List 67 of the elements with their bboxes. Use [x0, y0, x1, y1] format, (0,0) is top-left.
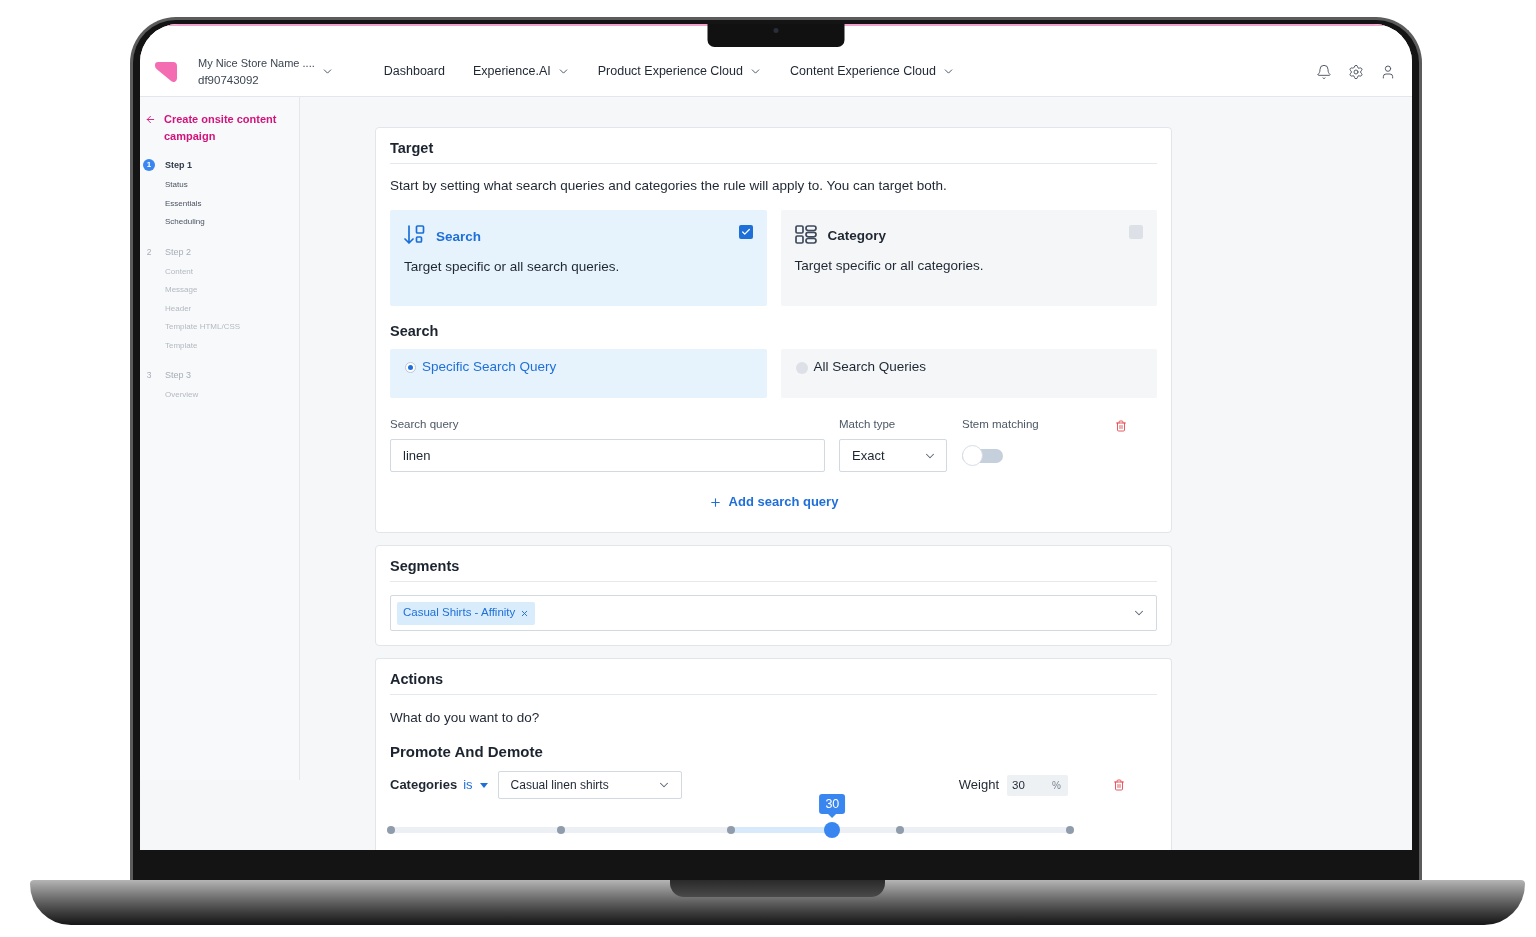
nav-item[interactable]: Experience.AI — [472, 62, 570, 81]
step-item[interactable]: Scheduling — [165, 213, 205, 232]
field-label: Search query — [390, 416, 459, 431]
match-type-select[interactable]: Exact — [839, 439, 947, 472]
store-name: My Nice Store Name .... — [198, 55, 315, 71]
field-label: Match type — [839, 416, 896, 431]
segments-select[interactable]: Casual Shirts - Affinity — [390, 595, 1157, 631]
slider-value-tooltip: 30 — [819, 794, 846, 818]
option-description: Target specific or all categories. — [794, 257, 985, 275]
category-select[interactable]: Casual linen shirts — [497, 771, 682, 799]
toggle-switch[interactable] — [962, 445, 1003, 466]
option-title: Search — [436, 229, 482, 245]
checkbox[interactable] — [738, 225, 753, 239]
add-search-query-button[interactable]: Add search query — [708, 493, 839, 511]
rule-title: Promote And Demote — [390, 742, 543, 762]
radio-option[interactable]: Specific Search Query — [390, 349, 767, 398]
percent-unit: % — [1052, 774, 1068, 796]
delete-icon[interactable] — [1113, 779, 1125, 791]
plus-icon — [708, 495, 722, 509]
caret-down-icon — [479, 782, 488, 788]
section-title: Target — [390, 139, 434, 158]
field-label: Stem matching — [962, 416, 1039, 431]
step-number: 3 — [145, 369, 153, 381]
subsection-title: Search — [390, 322, 439, 341]
step-number: 2 — [145, 245, 153, 258]
section-title: Segments — [390, 557, 460, 576]
notification-bell-icon[interactable] — [1316, 63, 1332, 80]
remove-icon[interactable] — [520, 608, 530, 618]
store-id: df90743092 — [198, 72, 260, 88]
nav-item[interactable]: Dashboard — [383, 62, 445, 81]
grid-list-icon — [794, 225, 817, 244]
segment-tag[interactable]: Casual Shirts - Affinity — [397, 601, 536, 625]
step-number: 1 — [143, 159, 155, 171]
target-option-card[interactable]: Category Target specific or all categories. — [780, 210, 1157, 306]
arrow-squares-icon — [404, 225, 425, 245]
radio-selected-icon — [405, 361, 416, 373]
option-description: Target specific or all search queries. — [404, 258, 621, 276]
checkbox[interactable] — [1129, 225, 1143, 239]
delete-icon[interactable] — [1115, 420, 1127, 432]
radio-empty-icon — [795, 361, 808, 374]
slider-thumb[interactable] — [824, 822, 841, 838]
weight-label: Weight — [958, 776, 999, 795]
logo-icon — [155, 60, 178, 83]
condition-field: Categories — [390, 775, 458, 795]
radio-label: All Search Queries — [813, 358, 927, 376]
target-description: Start by setting what search queries and categories the rule will apply to. You can target both. — [390, 177, 948, 195]
radio-option[interactable]: All Search Queries — [780, 349, 1157, 398]
settings-icon[interactable] — [1348, 63, 1364, 80]
option-title: Category — [827, 228, 886, 244]
step-label[interactable]: Step 1 — [165, 159, 192, 171]
operator-dropdown[interactable]: is — [463, 775, 488, 795]
store-switcher[interactable]: My Nice Store Name .... df90743092 — [198, 54, 334, 89]
back-link[interactable]: Create onsite content campaign — [140, 111, 299, 145]
target-option-card[interactable]: Search Target specific or all search queries. — [390, 210, 767, 306]
search-query-input[interactable]: linen — [390, 439, 825, 472]
camera-lens-icon — [773, 28, 779, 33]
actions-prompt: What do you want to do? — [390, 709, 541, 727]
nav-item[interactable]: Content Experience Cloud — [790, 62, 955, 81]
radio-label: Specific Search Query — [422, 358, 557, 376]
user-icon[interactable] — [1380, 63, 1396, 80]
weight-input[interactable]: 30 — [1007, 774, 1052, 796]
step-item[interactable]: Status — [165, 176, 188, 195]
nav-item[interactable]: Product Experience Cloud — [597, 62, 762, 81]
back-arrow-icon — [145, 114, 156, 125]
step-item[interactable]: Essentials — [165, 194, 202, 213]
section-title: Actions — [390, 670, 444, 689]
check-icon — [740, 227, 751, 237]
